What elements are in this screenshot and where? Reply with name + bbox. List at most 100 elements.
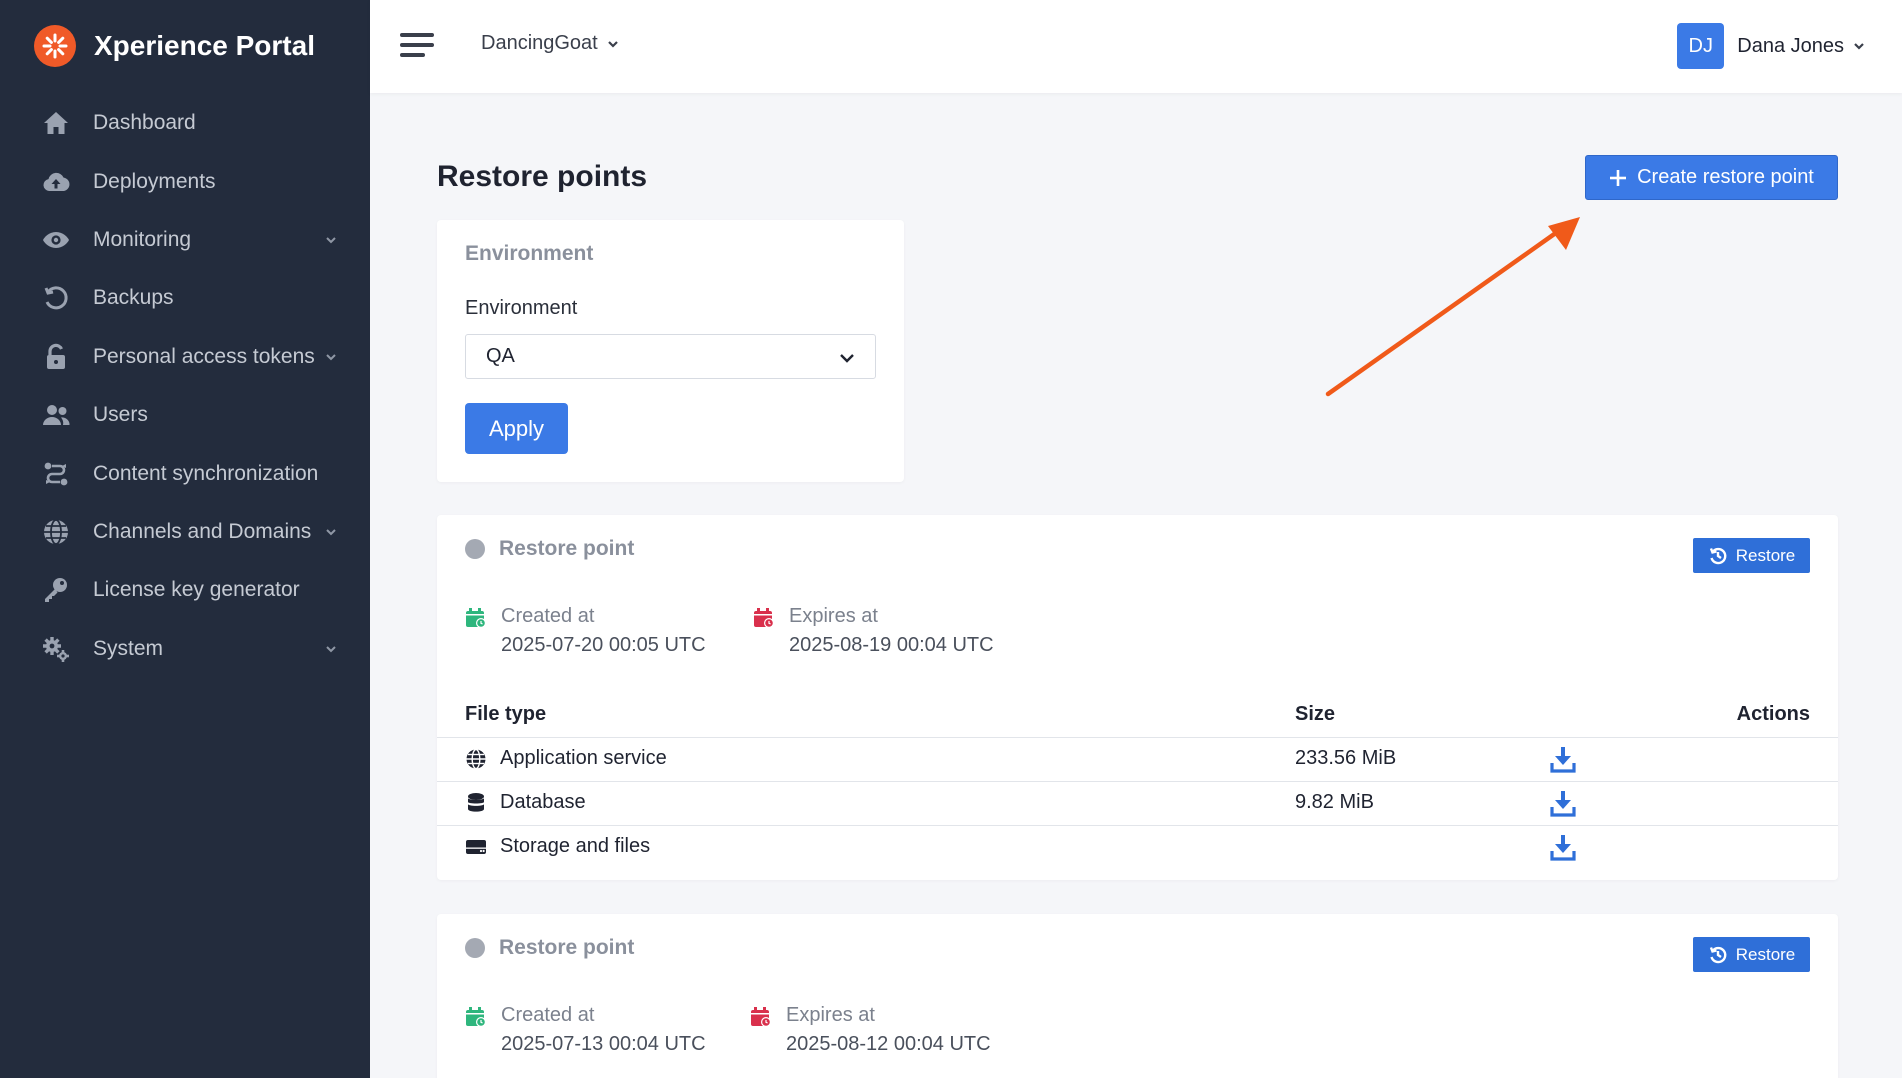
avatar: DJ	[1677, 23, 1725, 69]
user-menu[interactable]: DJ Dana Jones	[1677, 23, 1866, 69]
xperience-logo-icon	[34, 25, 76, 67]
table-row: Application service 233.56 MiB	[437, 737, 1838, 781]
environment-filter-card: Environment Environment QA Apply	[437, 220, 904, 482]
tenant-name: DancingGoat	[481, 32, 598, 54]
calendar-clock-icon	[466, 608, 486, 628]
calendar-expire-icon	[751, 1007, 771, 1027]
create-restore-point-button[interactable]: Create restore point	[1585, 155, 1838, 200]
sidebar-item-users[interactable]: Users	[0, 386, 370, 444]
status-dot-icon	[465, 938, 485, 958]
sidebar-item-label: Monitoring	[93, 227, 192, 251]
file-size: 9.82 MiB	[1295, 791, 1374, 813]
restore-point-card: Restore point Restore Created at 2025-07…	[437, 914, 1838, 1078]
created-at-label: Created at	[501, 1004, 595, 1026]
key-icon	[40, 574, 72, 606]
chevron-down-icon	[324, 642, 338, 656]
expires-at: Expires at 2025-08-19 00:04 UTC	[753, 605, 994, 657]
expires-at-label: Expires at	[786, 1004, 875, 1026]
column-header-file-type: File type	[465, 703, 547, 725]
sidebar-item-label: Dashboard	[93, 111, 196, 135]
chevron-down-icon	[1854, 43, 1864, 50]
globe-icon	[40, 516, 72, 548]
column-header-actions: Actions	[1736, 703, 1810, 725]
environment-selected-value: QA	[486, 345, 515, 367]
expires-at-value: 2025-08-12 00:04 UTC	[786, 1033, 991, 1055]
eye-icon	[40, 224, 72, 256]
sidebar-item-label: System	[93, 636, 164, 660]
annotation-arrow	[1325, 217, 1580, 397]
sidebar-item-dashboard[interactable]: Dashboard	[0, 94, 370, 152]
calendar-expire-icon	[754, 608, 774, 628]
cogs-icon	[40, 633, 72, 665]
page-title: Restore points	[437, 160, 648, 193]
file-type-name: Application service	[500, 747, 667, 769]
sidebar-item-label: License key generator	[93, 578, 300, 602]
created-at-value: 2025-07-13 00:04 UTC	[501, 1033, 706, 1055]
sidebar-item-label: Deployments	[93, 169, 216, 193]
history-icon	[40, 282, 72, 314]
tenant-switcher[interactable]: DancingGoat	[481, 32, 620, 55]
table-row: Database 9.82 MiB	[437, 781, 1838, 825]
sidebar-item-channels-and-domains[interactable]: Channels and Domains	[0, 503, 370, 561]
history-icon	[1709, 547, 1727, 564]
restore-point-title-text: Restore point	[499, 936, 635, 959]
created-at: Created at 2025-07-13 00:04 UTC	[465, 1004, 706, 1056]
calendar-clock-icon	[466, 1007, 486, 1027]
sync-icon	[40, 458, 72, 490]
file-size: 233.56 MiB	[1295, 747, 1397, 769]
restore-button[interactable]: Restore	[1693, 538, 1810, 573]
app-title: Xperience Portal	[94, 30, 315, 61]
sidebar-item-personal-access-tokens[interactable]: Personal access tokens	[0, 328, 370, 386]
restore-button[interactable]: Restore	[1693, 937, 1810, 972]
sidebar-item-label: Backups	[93, 286, 174, 310]
download-icon[interactable]	[1550, 746, 1576, 774]
menu-toggle-icon[interactable]	[400, 30, 434, 60]
expires-at: Expires at 2025-08-12 00:04 UTC	[750, 1004, 991, 1056]
home-icon	[40, 107, 72, 139]
sidebar-item-label: Personal access tokens	[93, 344, 315, 368]
created-at: Created at 2025-07-20 00:05 UTC	[465, 605, 706, 657]
chevron-down-icon	[840, 354, 854, 363]
globe-icon	[466, 748, 486, 770]
restore-button-label: Restore	[1735, 944, 1796, 964]
history-icon	[1709, 946, 1727, 963]
file-type-name: Storage and files	[500, 835, 651, 857]
sidebar-item-label: Content synchronization	[93, 461, 319, 485]
sidebar-item-license-key-generator[interactable]: License key generator	[0, 561, 370, 619]
top-header: DancingGoat DJ Dana Jones	[370, 0, 1902, 93]
sidebar-item-label: Channels and Domains	[93, 519, 312, 543]
sidebar-item-deployments[interactable]: Deployments	[0, 152, 370, 210]
brand[interactable]: Xperience Portal	[34, 25, 315, 67]
file-type-name: Database	[500, 791, 586, 813]
expires-at-label: Expires at	[789, 605, 878, 627]
filter-heading: Environment	[465, 242, 594, 265]
unlock-icon	[40, 341, 72, 373]
chevron-down-icon	[324, 233, 338, 247]
sidebar-item-monitoring[interactable]: Monitoring	[0, 211, 370, 269]
download-icon[interactable]	[1550, 790, 1576, 818]
restore-point-title: Restore point	[465, 537, 634, 561]
sidebar-item-backups[interactable]: Backups	[0, 269, 370, 327]
restore-point-title: Restore point	[465, 936, 634, 960]
environment-select[interactable]: QA	[465, 334, 876, 379]
restore-point-card: Restore point Restore Created at 2025-07…	[437, 515, 1838, 880]
sidebar-item-label: Users	[93, 403, 148, 427]
column-header-size: Size	[1295, 703, 1336, 725]
sidebar-item-system[interactable]: System	[0, 620, 370, 678]
chevron-down-icon	[607, 40, 618, 48]
database-icon	[468, 793, 484, 812]
apply-button[interactable]: Apply	[465, 403, 568, 454]
sidebar-item-content-synchronization[interactable]: Content synchronization	[0, 444, 370, 502]
users-icon	[40, 399, 72, 431]
download-icon[interactable]	[1550, 834, 1576, 862]
sidebar: Xperience Portal Dashboard Deployments M…	[0, 0, 370, 1078]
table-row: Storage and files	[437, 825, 1838, 869]
user-name: Dana Jones	[1737, 34, 1844, 57]
plus-icon	[1610, 169, 1627, 186]
sidebar-nav: Dashboard Deployments Monitoring Backups…	[0, 94, 370, 678]
chevron-down-icon	[324, 525, 338, 539]
restore-button-label: Restore	[1735, 545, 1796, 565]
hdd-icon	[466, 840, 486, 854]
created-at-value: 2025-07-20 00:05 UTC	[501, 634, 706, 656]
chevron-down-icon	[324, 350, 338, 364]
